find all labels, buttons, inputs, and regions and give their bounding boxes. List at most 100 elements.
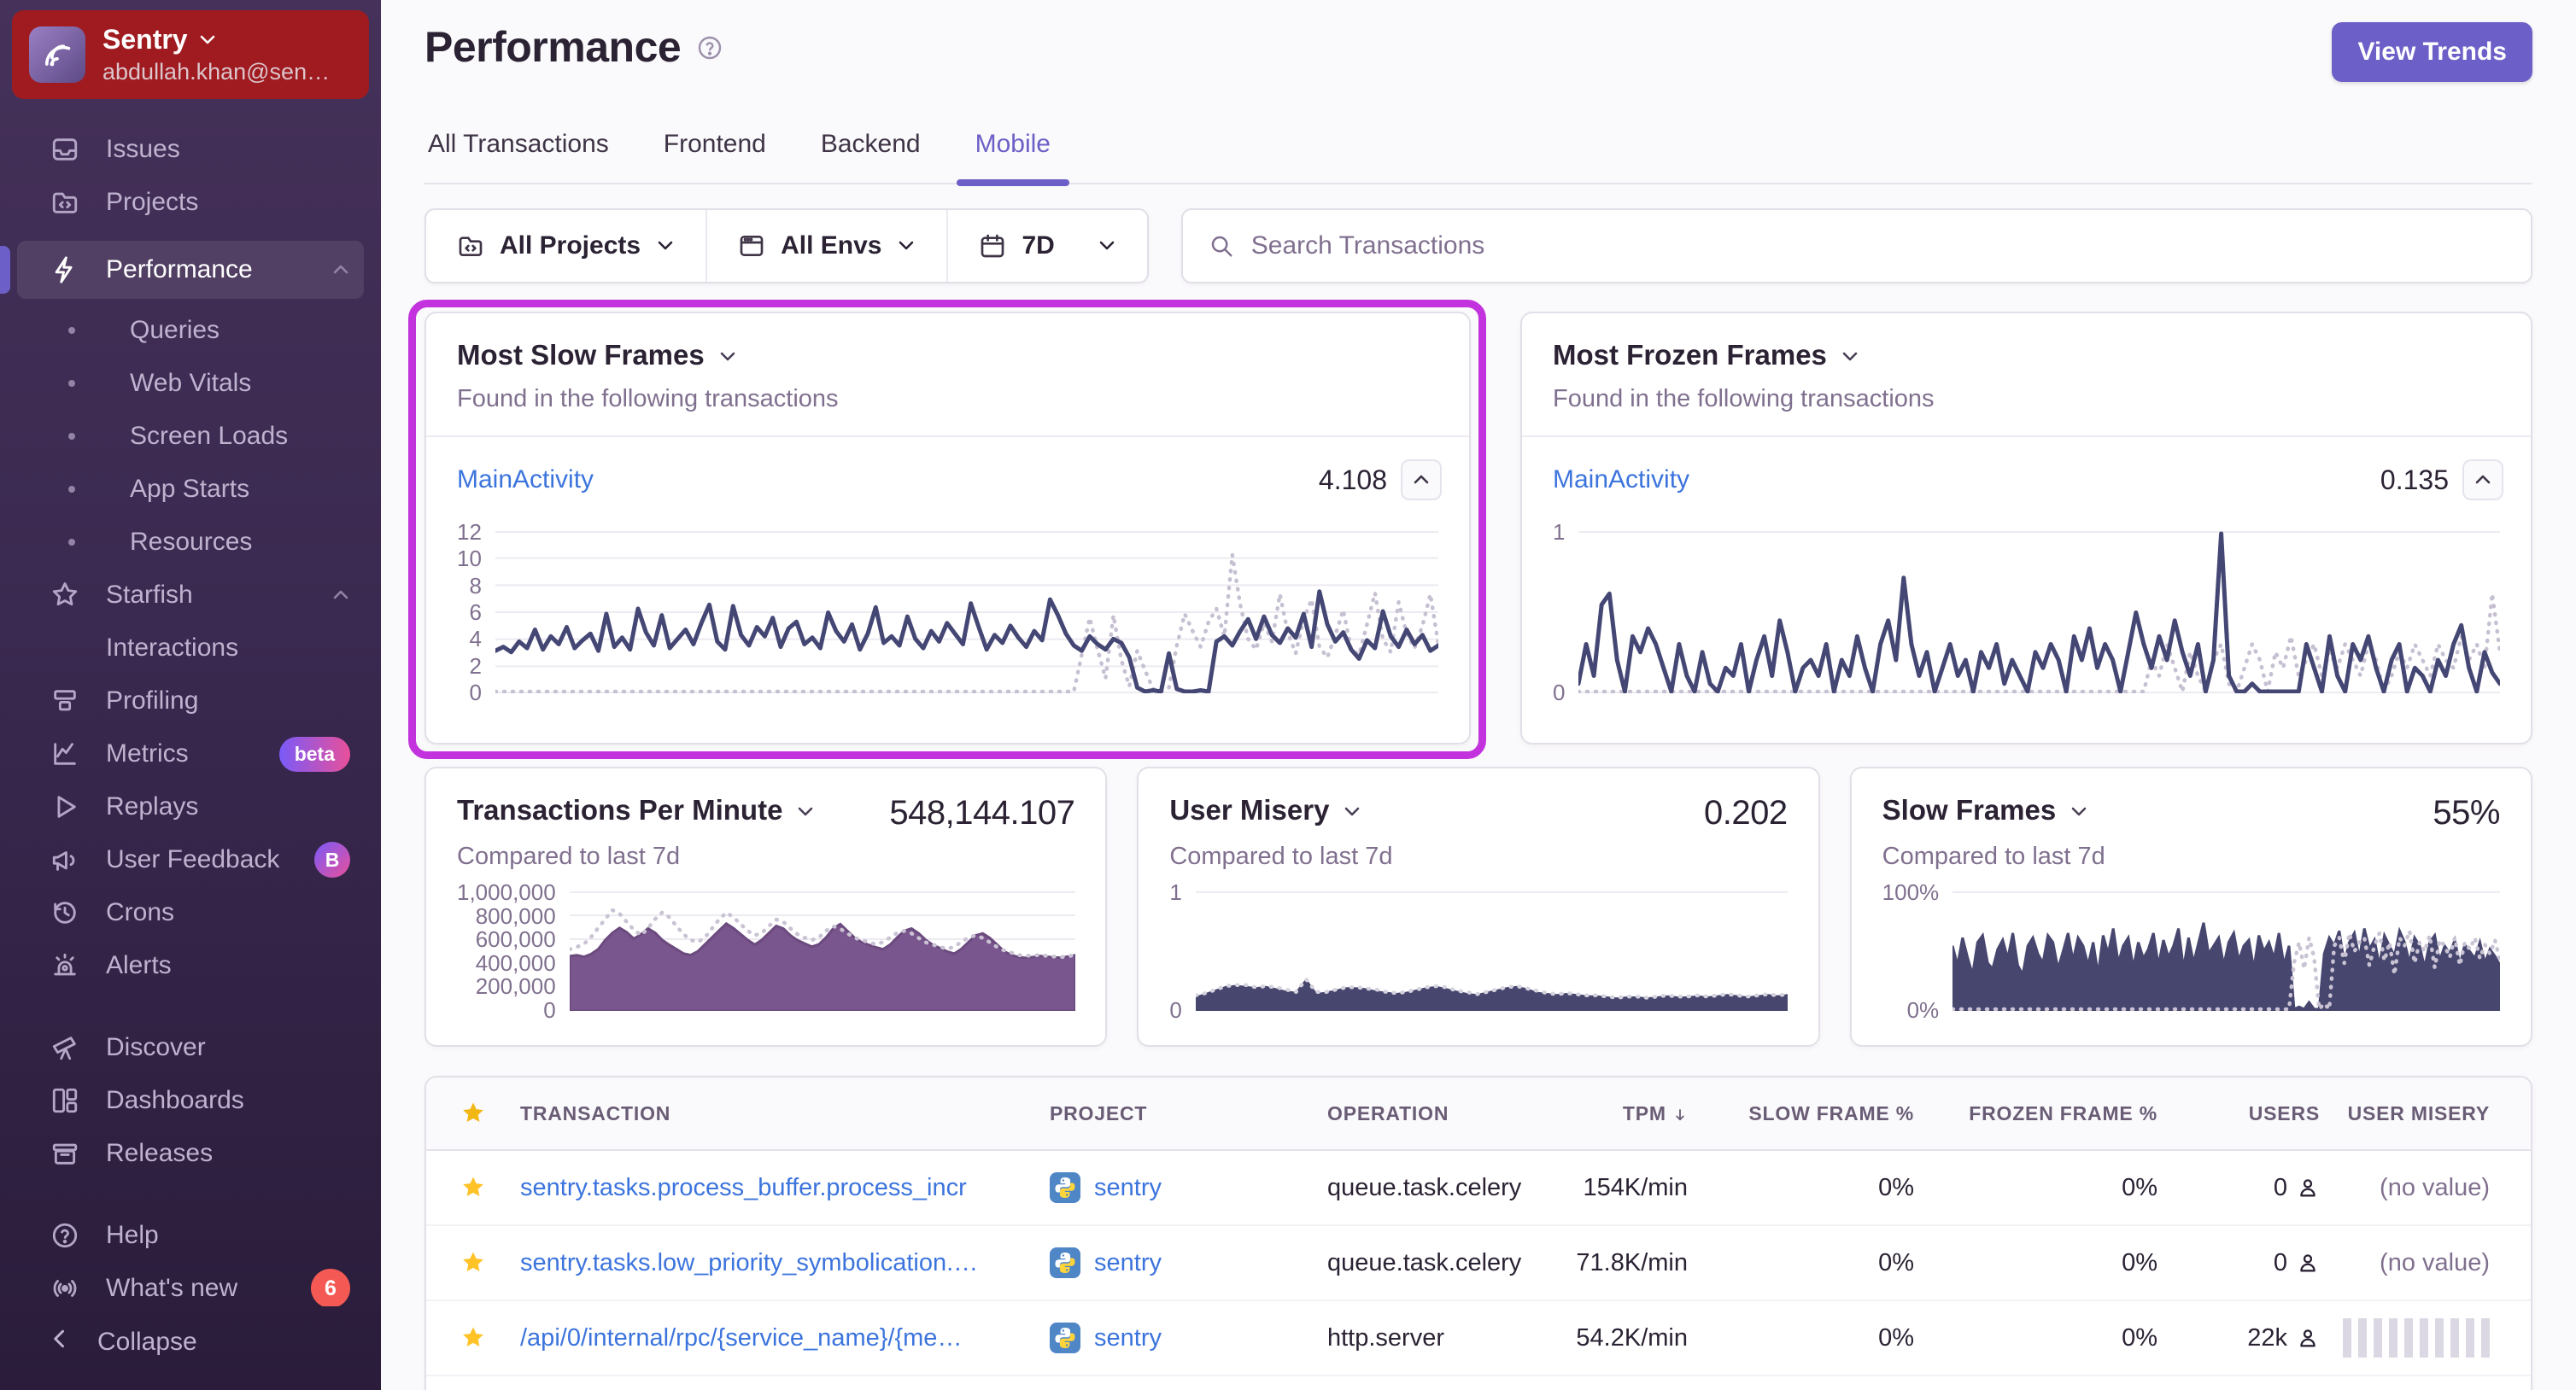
- sidebar-item-app-starts[interactable]: App Starts: [17, 463, 364, 516]
- transaction-link[interactable]: /api/0/internal/rpc/{service_name}/{me…: [520, 1324, 1050, 1352]
- users-cell: 0: [2164, 1249, 2327, 1277]
- chevron-left-icon: [48, 1326, 73, 1358]
- y-tick-label: 600,000: [475, 926, 556, 953]
- col-transaction[interactable]: TRANSACTION: [520, 1102, 1050, 1125]
- sentry-logo-icon: [29, 26, 85, 83]
- col-project[interactable]: PROJECT: [1050, 1102, 1327, 1125]
- collapse-chart-button[interactable]: [1401, 459, 1442, 500]
- sidebar-item-screen-loads[interactable]: Screen Loads: [17, 410, 364, 463]
- python-project-icon: [1050, 1247, 1080, 1278]
- table-row[interactable]: sentry.tasks.process_buffer.process_incr…: [426, 1151, 2531, 1226]
- widget-title[interactable]: Most Frozen Frames: [1553, 339, 2500, 371]
- sidebar-item-resources[interactable]: Resources: [17, 516, 364, 569]
- search-transactions-box: [1180, 208, 2532, 283]
- sidebar-item-profiling[interactable]: Profiling: [17, 675, 364, 727]
- user-misery-cell: [2327, 1318, 2497, 1358]
- sidebar-item-projects[interactable]: Projects: [17, 176, 364, 229]
- col-frozen-frame[interactable]: FROZEN FRAME %: [1921, 1102, 2164, 1125]
- sidebar-item-metrics[interactable]: Metrics beta: [17, 727, 364, 780]
- sidebar-item-queries[interactable]: Queries: [17, 304, 364, 357]
- tpm-area-chart: [569, 891, 1075, 1011]
- sidebar-item-alerts[interactable]: Alerts: [17, 939, 364, 992]
- filter-bar: All Projects All Envs 7D: [424, 208, 1149, 283]
- sidebar-item-web-vitals[interactable]: Web Vitals: [17, 357, 364, 410]
- sidebar-item-issues[interactable]: Issues: [17, 123, 364, 176]
- sidebar-nav: Issues Projects Performance Queries Web …: [0, 104, 381, 1306]
- lightning-icon: [48, 255, 82, 284]
- user-misery-cell: (no value): [2327, 1249, 2497, 1277]
- calendar-icon: [979, 232, 1006, 260]
- table-row[interactable]: sentry.tasks.store.save_eventsentryqueue…: [426, 1376, 2531, 1390]
- sidebar-item-whats-new[interactable]: What's new 6: [17, 1262, 364, 1306]
- chevron-down-icon: [2070, 804, 2088, 820]
- y-tick-label: 2: [469, 652, 482, 679]
- sidebar-item-releases[interactable]: Releases: [17, 1127, 364, 1180]
- project-cell[interactable]: sentry: [1050, 1172, 1327, 1203]
- y-tick-label: 1: [1553, 519, 1566, 545]
- favorite-star-icon[interactable]: [426, 1250, 520, 1276]
- col-user-misery[interactable]: USER MISERY: [2327, 1102, 2497, 1125]
- y-tick-label: 12: [457, 519, 482, 545]
- widget-title[interactable]: Slow Frames: [1882, 794, 2089, 826]
- favorite-star-icon[interactable]: [426, 1325, 520, 1351]
- y-tick-label: 1,000,000: [457, 879, 556, 905]
- chevron-down-icon: [200, 35, 214, 44]
- col-operation[interactable]: OPERATION: [1327, 1102, 1549, 1125]
- tab-bar: All Transactions Frontend Backend Mobile: [424, 130, 2532, 186]
- transaction-link[interactable]: MainActivity: [457, 465, 594, 494]
- date-range-filter[interactable]: 7D: [946, 210, 1146, 282]
- operation-cell: queue.task.celery: [1327, 1173, 1522, 1201]
- sidebar-item-user-feedback[interactable]: User Feedback B: [17, 833, 364, 886]
- sidebar-item-discover[interactable]: Discover: [17, 1021, 364, 1074]
- tab-frontend[interactable]: Frontend: [660, 130, 770, 183]
- sidebar-item-help[interactable]: Help: [17, 1209, 364, 1262]
- tab-all-transactions[interactable]: All Transactions: [424, 130, 612, 183]
- sidebar-collapse-button[interactable]: Collapse: [17, 1306, 364, 1378]
- table-row[interactable]: /api/0/internal/rpc/{service_name}/{me… s…: [426, 1301, 2531, 1376]
- broadcast-icon: [48, 1274, 82, 1303]
- profiling-icon: [48, 686, 82, 715]
- operation-cell: queue.task.celery: [1327, 1248, 1522, 1276]
- y-axis-labels: 100% 0%: [1882, 881, 1940, 1021]
- tab-mobile[interactable]: Mobile: [956, 130, 1070, 186]
- sidebar-item-performance[interactable]: Performance: [0, 241, 364, 299]
- widget-title[interactable]: User Misery: [1169, 794, 1361, 826]
- col-users[interactable]: USERS: [2164, 1102, 2327, 1125]
- project-cell[interactable]: sentry: [1050, 1247, 1327, 1278]
- collapse-chart-button[interactable]: [2462, 459, 2503, 500]
- search-transactions-input[interactable]: [1250, 231, 2505, 260]
- sidebar-item-dashboards[interactable]: Dashboards: [17, 1074, 364, 1127]
- question-circle-icon[interactable]: [696, 34, 723, 66]
- widget-title[interactable]: Most Slow Frames: [457, 339, 1438, 371]
- view-trends-button[interactable]: View Trends: [2332, 22, 2532, 82]
- sidebar-item-starfish[interactable]: Starfish: [17, 569, 364, 622]
- chevron-down-icon: [1841, 349, 1859, 365]
- beta-badge: beta: [278, 736, 350, 772]
- transaction-link[interactable]: sentry.tasks.low_priority_symbolication.…: [520, 1249, 1050, 1277]
- sidebar-item-crons[interactable]: Crons: [17, 886, 364, 939]
- transaction-link[interactable]: MainActivity: [1553, 465, 1689, 494]
- sidebar-item-replays[interactable]: Replays: [17, 780, 364, 833]
- frozen-frames-line-chart: [1578, 531, 2501, 693]
- transaction-link[interactable]: sentry.tasks.process_buffer.process_incr: [520, 1174, 1050, 1202]
- environment-filter[interactable]: All Envs: [705, 210, 946, 282]
- projects-icon: [48, 188, 82, 217]
- user-misery-value: (no value): [2380, 1248, 2490, 1276]
- most-frozen-frames-widget: Most Frozen Frames Found in the followin…: [1520, 312, 2532, 745]
- project-filter[interactable]: All Projects: [426, 210, 705, 282]
- project-cell[interactable]: sentry: [1050, 1323, 1327, 1353]
- telescope-icon: [48, 1033, 82, 1062]
- b-badge: B: [314, 842, 350, 878]
- star-column-header[interactable]: [426, 1101, 520, 1126]
- table-row[interactable]: sentry.tasks.low_priority_symbolication.…: [426, 1226, 2531, 1301]
- col-slow-frame[interactable]: SLOW FRAME %: [1695, 1102, 1921, 1125]
- sidebar-item-interactions[interactable]: Interactions: [17, 622, 364, 675]
- widget-title[interactable]: Transactions Per Minute: [457, 794, 815, 826]
- favorite-star-icon[interactable]: [426, 1175, 520, 1200]
- bullet-icon: [68, 433, 75, 440]
- tab-backend[interactable]: Backend: [817, 130, 924, 183]
- org-switcher[interactable]: Sentry abdullah.khan@sen…: [12, 10, 369, 99]
- page-title: Performance: [424, 23, 682, 71]
- slow-frame-cell: 0%: [1878, 1173, 1914, 1201]
- col-tpm[interactable]: TPM: [1549, 1102, 1695, 1125]
